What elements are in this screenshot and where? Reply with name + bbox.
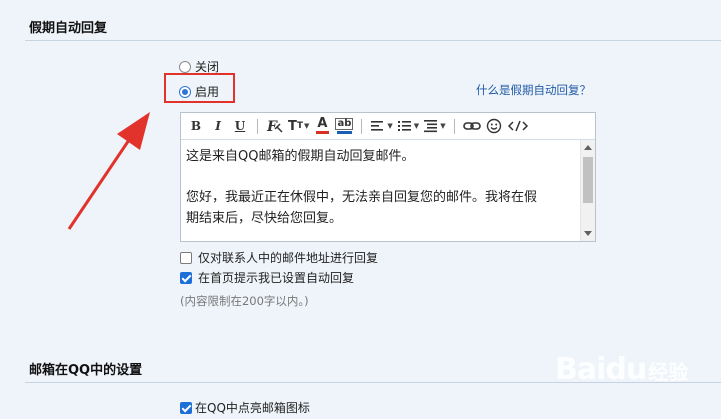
watermark-text: Baidu xyxy=(555,352,647,387)
baidu-watermark: Baidu 经验 xyxy=(555,352,688,387)
watermark-suffix: 经验 xyxy=(648,360,689,384)
